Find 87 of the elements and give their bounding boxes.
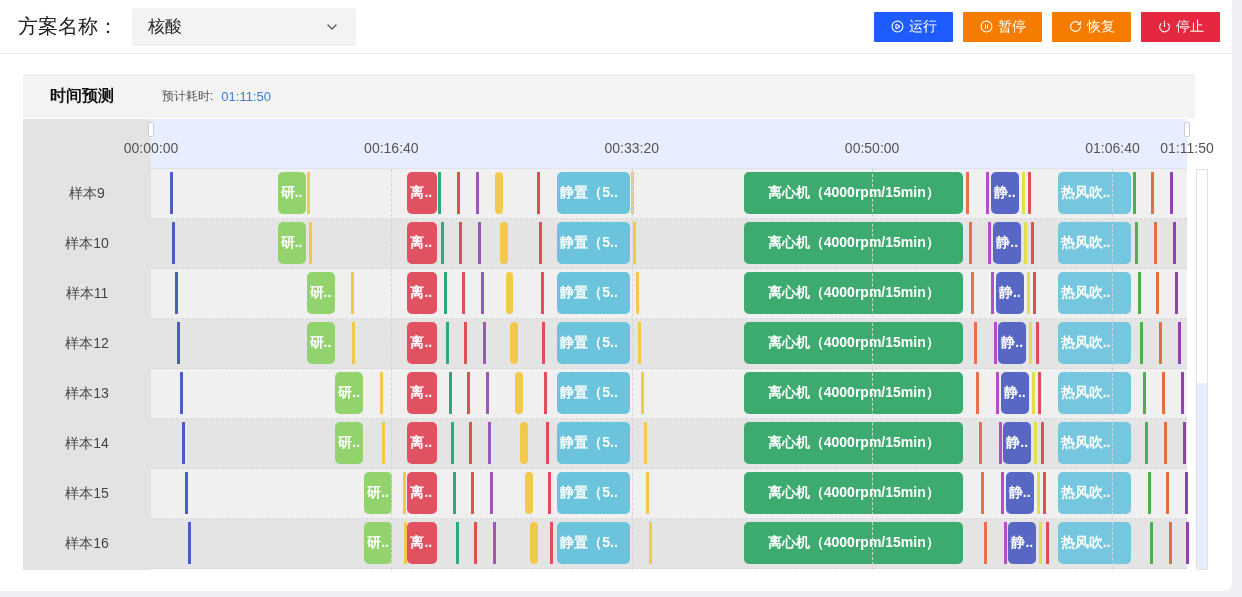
axis-label: 00:16:40 [364, 140, 419, 156]
sample-label: 样本11 [65, 285, 109, 303]
task-block[interactable]: 离心机（4000rpm/15min） [744, 472, 963, 514]
scheme-select[interactable]: 核酸 [132, 7, 356, 46]
task-block[interactable] [515, 372, 524, 414]
sample-label: 样本13 [65, 385, 109, 403]
task-block[interactable]: 静.. [995, 272, 1024, 314]
sample-label: 样本12 [65, 335, 109, 353]
task-block[interactable]: 离.. [407, 422, 437, 464]
axis-label: 01:11:50 [1160, 140, 1214, 156]
estimate-value: 01:11:50 [221, 88, 271, 104]
task-block[interactable]: 离心机（4000rpm/15min） [744, 222, 963, 264]
task-block[interactable]: 研.. [364, 472, 393, 514]
axis-label: 00:00:00 [123, 140, 179, 156]
sample-label: 样本9 [69, 185, 105, 203]
task-block[interactable]: 热风吹.. [1057, 172, 1131, 214]
task-block[interactable]: 研.. [335, 372, 364, 414]
refresh-icon [1068, 20, 1082, 33]
task-block[interactable]: 静置（5.. [557, 222, 631, 264]
task-block[interactable]: 研.. [277, 172, 306, 214]
panel-title: 时间预测 [50, 85, 114, 106]
task-block[interactable]: 静置（5.. [557, 172, 631, 214]
task-block[interactable]: 热风吹.. [1057, 422, 1131, 464]
task-block[interactable]: 静.. [993, 222, 1022, 264]
range-handle[interactable] [148, 122, 154, 137]
task-block[interactable]: 静.. [1003, 422, 1032, 464]
sample-label: 样本16 [65, 535, 109, 553]
task-block[interactable]: 离.. [407, 472, 437, 514]
task-block[interactable]: 静置（5.. [557, 422, 631, 464]
task-block[interactable] [510, 322, 519, 364]
sample-label: 样本15 [65, 485, 109, 503]
task-block[interactable]: 静置（5.. [557, 472, 631, 514]
task-block[interactable] [505, 272, 514, 314]
task-block[interactable]: 静.. [998, 322, 1027, 364]
task-block[interactable]: 离.. [407, 272, 437, 314]
task-block[interactable]: 静置（5.. [557, 322, 631, 364]
task-block[interactable]: 离心机（4000rpm/15min） [744, 322, 963, 364]
task-block[interactable] [495, 172, 504, 214]
task-block[interactable]: 研.. [277, 222, 306, 264]
axis-label: 00:33:20 [604, 140, 659, 156]
play-icon [890, 20, 904, 33]
task-block[interactable]: 离心机（4000rpm/15min） [744, 372, 963, 414]
task-block[interactable]: 热风吹.. [1057, 522, 1131, 564]
scheme-name-label: 方案名称： [18, 14, 118, 39]
task-block[interactable]: 离心机（4000rpm/15min） [744, 172, 963, 214]
stop-button[interactable]: 停止 [1141, 11, 1220, 42]
resume-button[interactable]: 恢复 [1052, 11, 1131, 42]
task-block[interactable]: 研.. [335, 422, 364, 464]
task-block[interactable]: 静置（5.. [557, 272, 631, 314]
task-block[interactable]: 静.. [1008, 522, 1037, 564]
task-block[interactable]: 离心机（4000rpm/15min） [744, 422, 963, 464]
task-block[interactable]: 静置（5.. [557, 372, 631, 414]
power-icon [1157, 20, 1171, 33]
sample-label: 样本10 [65, 235, 109, 253]
task-block[interactable]: 研.. [306, 272, 335, 314]
task-block[interactable]: 静置（5.. [557, 522, 631, 564]
task-block[interactable]: 静.. [990, 172, 1019, 214]
task-block[interactable]: 研.. [306, 322, 335, 364]
task-block[interactable]: 热风吹.. [1057, 222, 1131, 264]
scrollbar-track[interactable] [1196, 169, 1208, 570]
pause-icon [979, 20, 993, 33]
task-block[interactable]: 静.. [1005, 472, 1034, 514]
sample-label: 样本14 [65, 435, 109, 453]
task-block[interactable] [520, 422, 529, 464]
task-block[interactable] [500, 222, 509, 264]
task-block[interactable]: 离.. [407, 222, 437, 264]
task-block[interactable]: 热风吹.. [1057, 472, 1131, 514]
task-block[interactable]: 离.. [407, 172, 437, 214]
estimate-label: 预计耗时: [162, 87, 214, 105]
pause-button[interactable]: 暂停 [963, 11, 1042, 42]
task-block[interactable]: 研.. [364, 522, 393, 564]
task-block[interactable]: 离.. [407, 322, 437, 364]
task-block[interactable]: 离.. [407, 372, 437, 414]
axis-label: 00:50:00 [844, 140, 900, 156]
task-block[interactable]: 热风吹.. [1057, 272, 1131, 314]
task-block[interactable]: 离心机（4000rpm/15min） [744, 272, 963, 314]
task-block[interactable]: 离.. [407, 522, 437, 564]
axis-label: 01:06:40 [1085, 140, 1140, 156]
task-block[interactable] [530, 522, 539, 564]
task-block[interactable] [525, 472, 534, 514]
scrollbar-thumb[interactable] [1197, 383, 1207, 569]
run-button[interactable]: 运行 [874, 11, 953, 42]
task-block[interactable]: 离心机（4000rpm/15min） [744, 522, 963, 564]
task-block[interactable]: 热风吹.. [1057, 322, 1131, 364]
range-handle[interactable] [1184, 122, 1190, 137]
task-block[interactable]: 热风吹.. [1057, 372, 1131, 414]
task-block[interactable]: 静.. [1000, 372, 1029, 414]
